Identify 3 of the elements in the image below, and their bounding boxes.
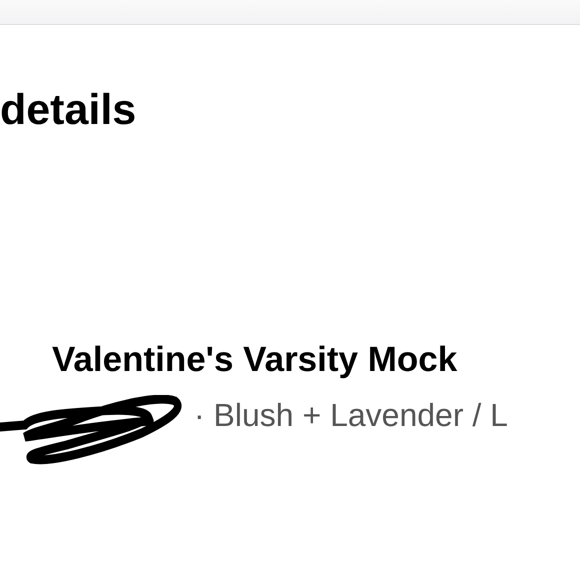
section-heading: details <box>0 89 136 132</box>
product-options: · Blush + Lavender / L <box>194 399 508 431</box>
product-title: Valentine's Varsity Mock <box>52 342 458 377</box>
